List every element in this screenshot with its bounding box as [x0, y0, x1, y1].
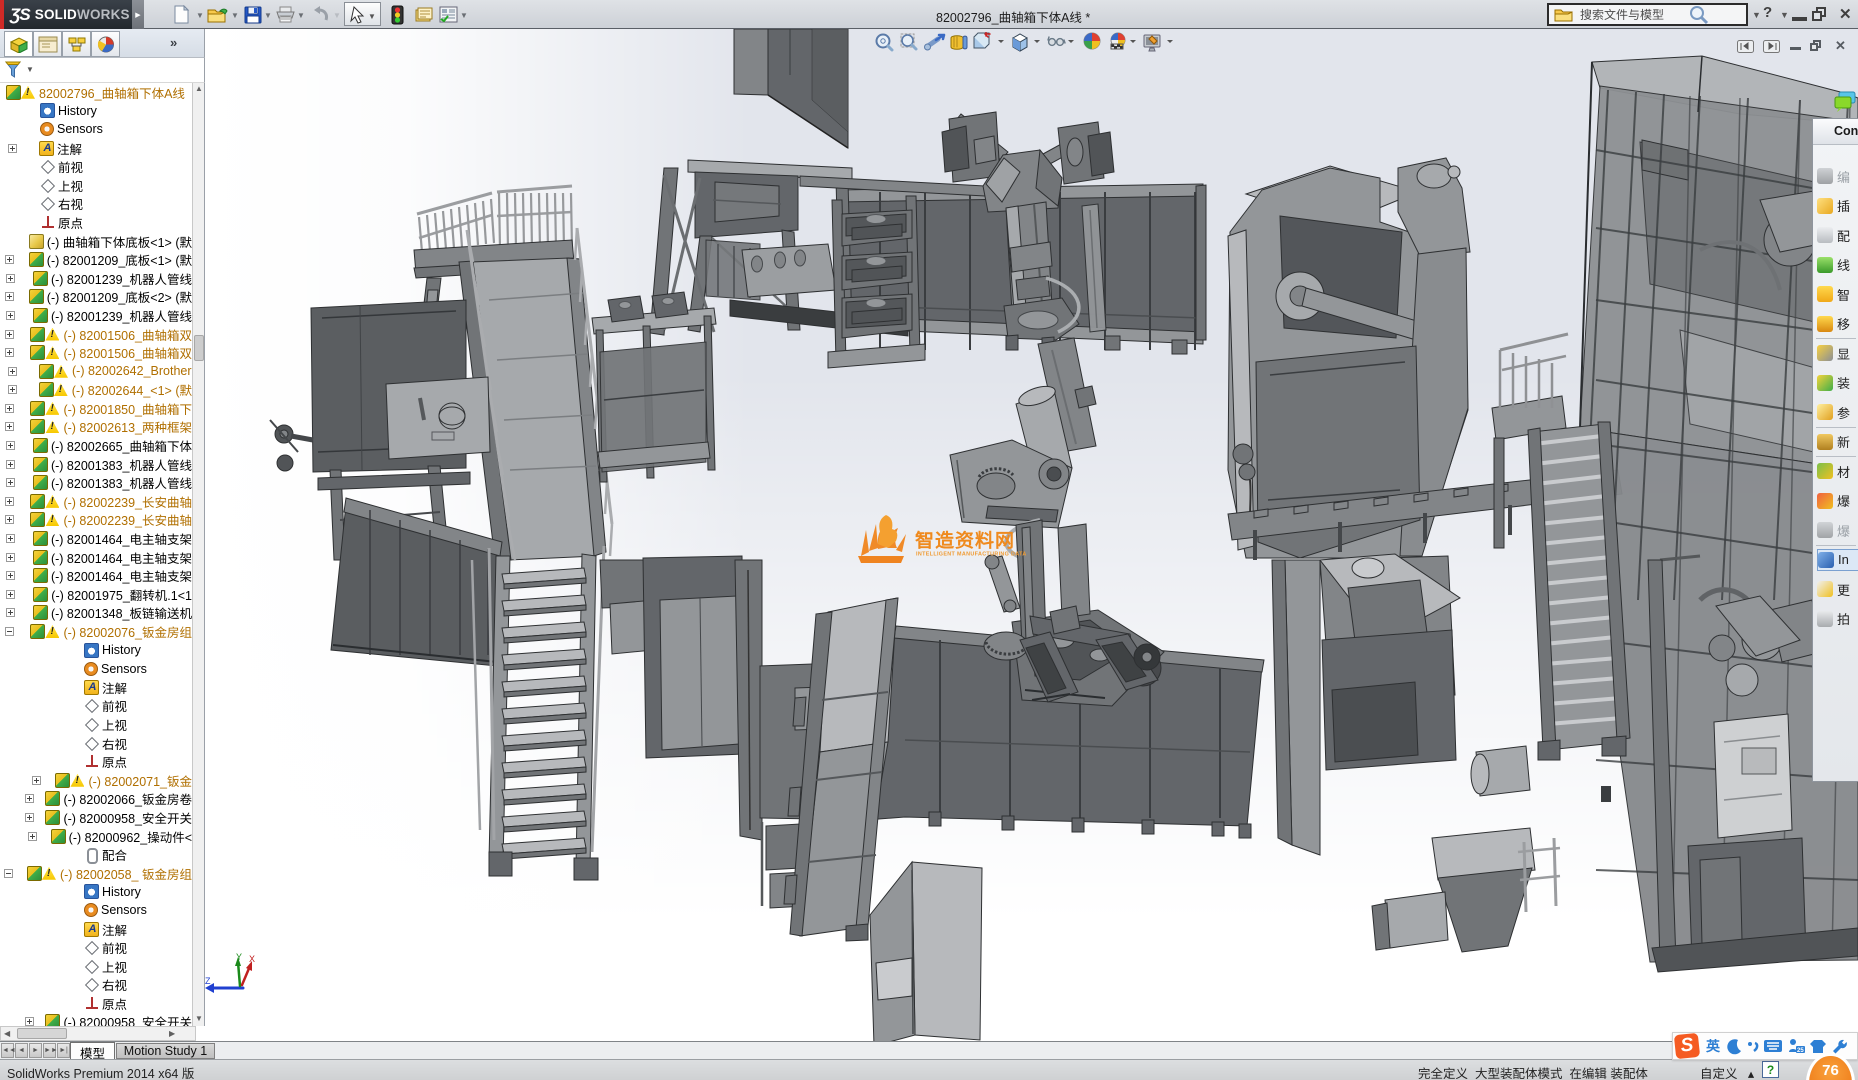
svg-text:INTELLIGENT MANUFACTURING DATA: INTELLIGENT MANUFACTURING DATA: [916, 552, 1027, 558]
svg-text:Z: Z: [205, 976, 211, 986]
svg-text:智造资料网: 智造资料网: [915, 530, 1015, 552]
svg-text:Y: Y: [236, 952, 242, 962]
svg-text:25: 25: [1797, 1048, 1804, 1054]
svg-text:X: X: [249, 954, 255, 964]
